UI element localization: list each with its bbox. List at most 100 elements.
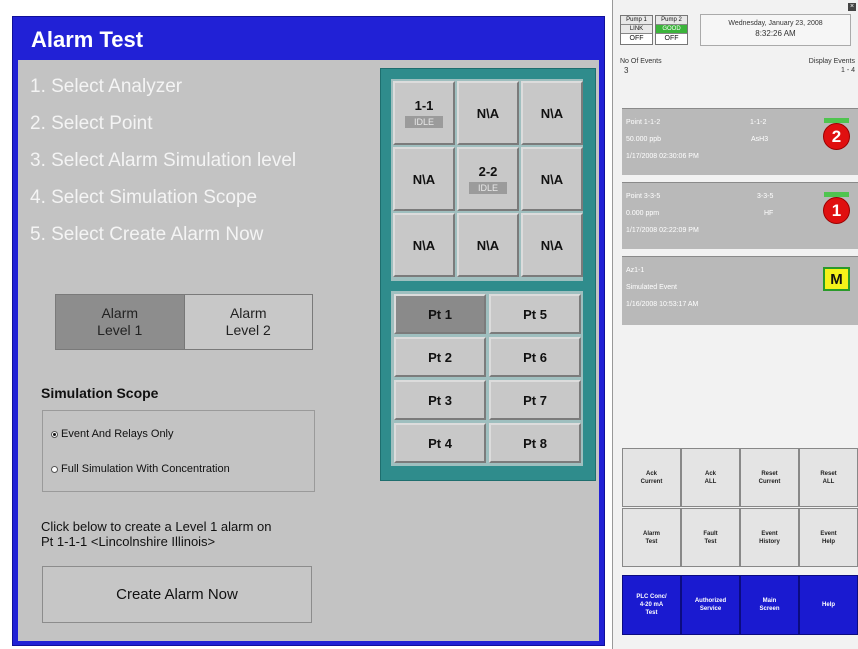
display-events: Display Events 1 - 4 (809, 57, 855, 75)
alarm-test-button[interactable]: Alarm Test (622, 508, 681, 567)
point-button-pt-4[interactable]: Pt 4 (394, 423, 486, 463)
radio-unselected-icon (51, 465, 58, 473)
analyzer-label: N\A (412, 237, 436, 253)
ack-current-button[interactable]: Ack Current (622, 448, 681, 507)
event-point: Point 1-1-2 (626, 119, 661, 126)
analyzer-label: N\A (540, 171, 564, 187)
step-1: 1. Select Analyzer (30, 76, 183, 97)
scope-option-label: Event And Relays Only (61, 428, 174, 440)
step-3: 3. Select Alarm Simulation level (30, 150, 297, 171)
point-button-pt-5[interactable]: Pt 5 (489, 294, 581, 334)
display-events-value: 1 - 4 (840, 67, 855, 74)
pump-name: Pump 1 (626, 17, 647, 23)
analyzer-label: 2-2 (478, 164, 498, 179)
date-text: Wednesday, January 23, 2008 (728, 20, 823, 27)
analyzer-cell[interactable]: N\A (457, 213, 519, 277)
pump-state: OFF (621, 33, 652, 44)
pump-link-status: GOOD (656, 24, 687, 33)
analyzer-label: N\A (476, 105, 500, 121)
analyzer-label: N\A (540, 237, 564, 253)
event-value: 50.000 ppb (626, 136, 662, 143)
analyzer-cell[interactable]: N\A (521, 81, 583, 145)
analyzer-cell-2-2[interactable]: 2-2 IDLE (457, 147, 519, 211)
event-code: 3-3-5 (757, 193, 774, 200)
scope-option-label: Full Simulation With Concentration (61, 463, 230, 475)
alarm-level-2-icon: 2 (823, 123, 850, 150)
create-prompt-line-1: Click below to create a Level 1 alarm on (41, 519, 272, 534)
scope-option-event-relays[interactable]: Event And Relays Only (51, 428, 174, 440)
step-4: 4. Select Simulation Scope (30, 187, 258, 208)
simulation-scope-title: Simulation Scope (41, 385, 159, 401)
event-history-button[interactable]: Event History (740, 508, 799, 567)
time-text: 8:32:26 AM (755, 29, 796, 38)
pump-status-group: Pump 1 LINK OFF Pump 2 GOOD OFF (620, 15, 688, 45)
event-count-value: 3 (624, 66, 629, 75)
event-item[interactable]: Point 3-3-5 3-3-5 0.000 ppm HF 1/17/2008… (622, 182, 858, 249)
plc-conc-test-button[interactable]: PLC Conc/ 4-20 mA Test (622, 575, 681, 635)
fault-test-button[interactable]: Fault Test (681, 508, 740, 567)
pump-2-status: Pump 2 GOOD OFF (655, 15, 688, 45)
alarm-level-1-icon: 1 (823, 197, 850, 224)
pump-1-status: Pump 1 LINK OFF (620, 15, 653, 45)
step-2: 2. Select Point (30, 113, 153, 134)
analyzer-cell[interactable]: N\A (393, 213, 455, 277)
event-datetime: 1/16/2008 10:53:17 AM (626, 301, 699, 308)
point-button-pt-2[interactable]: Pt 2 (394, 337, 486, 377)
event-value: 0.000 ppm (626, 210, 660, 217)
event-count: No Of Events 3 (620, 57, 662, 75)
alarm-test-body: 1. Select Analyzer 2. Select Point 3. Se… (18, 60, 599, 641)
button-row-navigation: PLC Conc/ 4-20 mA Test Authorized Servic… (622, 575, 858, 635)
button-row-tests: Alarm Test Fault Test Event History Even… (622, 508, 858, 567)
event-status-panel: × Pump 1 LINK OFF Pump 2 GOOD OFF Wednes… (612, 0, 858, 649)
pump-state: OFF (656, 33, 687, 44)
reset-current-button[interactable]: Reset Current (740, 448, 799, 507)
status-badge: IDLE (468, 182, 507, 194)
reset-all-button[interactable]: Reset ALL (799, 448, 858, 507)
point-button-pt-6[interactable]: Pt 6 (489, 337, 581, 377)
analyzer-cell[interactable]: N\A (393, 147, 455, 211)
ack-all-button[interactable]: Ack ALL (681, 448, 740, 507)
scope-option-full-simulation[interactable]: Full Simulation With Concentration (51, 463, 230, 475)
help-button[interactable]: Help (799, 575, 858, 635)
point-button-pt-1[interactable]: Pt 1 (394, 294, 486, 334)
maintenance-icon: M (823, 267, 850, 291)
event-help-button[interactable]: Event Help (799, 508, 858, 567)
alarm-test-panel: Alarm Test 1. Select Analyzer 2. Select … (12, 16, 605, 646)
alarm-level-2-button[interactable]: Alarm Level 2 (184, 295, 312, 349)
close-icon[interactable]: × (848, 3, 856, 11)
create-prompt-line-2: Pt 1-1-1 <Lincolnshire Illinois> (41, 534, 216, 549)
alarm-level-selector: Alarm Level 1 Alarm Level 2 (55, 294, 313, 350)
analyzer-grid: 1-1 IDLE N\A N\A N\A 2-2 IDLE N\A N\A N\… (391, 79, 583, 281)
pump-name: Pump 2 (661, 17, 682, 23)
event-count-label: No Of Events (620, 58, 662, 65)
authorized-service-button[interactable]: Authorized Service (681, 575, 740, 635)
date-time-display: Wednesday, January 23, 2008 8:32:26 AM (700, 14, 851, 46)
analyzer-cell[interactable]: N\A (457, 81, 519, 145)
analyzer-label: 1-1 (414, 98, 434, 113)
event-point: Point 3-3-5 (626, 193, 661, 200)
analyzer-label: N\A (540, 105, 564, 121)
selection-frame: 1-1 IDLE N\A N\A N\A 2-2 IDLE N\A N\A N\… (380, 68, 596, 481)
alarm-level-1-button[interactable]: Alarm Level 1 (56, 295, 185, 349)
button-row-acknowledge: Ack Current Ack ALL Reset Current Reset … (622, 448, 858, 507)
analyzer-cell[interactable]: N\A (521, 213, 583, 277)
analyzer-cell[interactable]: N\A (521, 147, 583, 211)
radio-selected-icon (51, 430, 58, 438)
point-button-pt-8[interactable]: Pt 8 (489, 423, 581, 463)
event-gas: HF (764, 210, 774, 217)
main-screen-button[interactable]: Main Screen (740, 575, 799, 635)
instruction-steps: 1. Select Analyzer 2. Select Point 3. Se… (30, 72, 296, 257)
event-value: Simulated Event (626, 284, 677, 291)
analyzer-cell-1-1[interactable]: 1-1 IDLE (393, 81, 455, 145)
event-point: Az1-1 (626, 267, 645, 274)
step-5: 5. Select Create Alarm Now (30, 224, 264, 245)
status-badge: IDLE (404, 116, 443, 128)
event-code: 1-1-2 (750, 119, 767, 126)
point-button-pt-7[interactable]: Pt 7 (489, 380, 581, 420)
event-item[interactable]: Point 1-1-2 1-1-2 50.000 ppb AsH3 1/17/2… (622, 108, 858, 175)
analyzer-label: N\A (476, 237, 500, 253)
point-button-pt-3[interactable]: Pt 3 (394, 380, 486, 420)
display-events-label: Display Events (808, 58, 855, 65)
event-item[interactable]: Az1-1 Simulated Event 1/16/2008 10:53:17… (622, 256, 858, 325)
create-alarm-now-button[interactable]: Create Alarm Now (42, 566, 312, 623)
